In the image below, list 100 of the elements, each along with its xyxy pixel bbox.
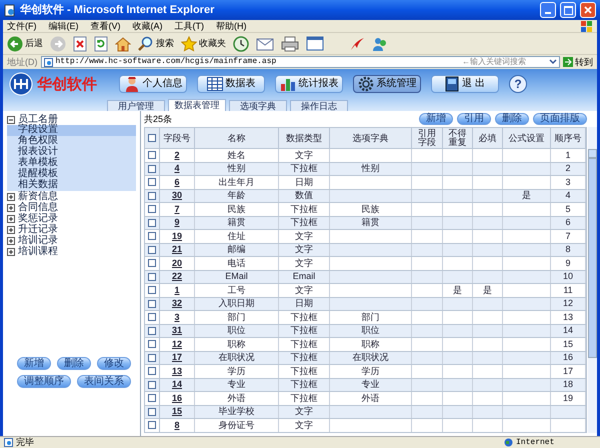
- table-button[interactable]: 新增: [419, 113, 453, 125]
- checkbox[interactable]: [148, 300, 156, 308]
- checkbox[interactable]: [148, 232, 156, 240]
- checkbox[interactable]: [148, 164, 156, 173]
- tree-item[interactable]: 字段设置: [7, 125, 136, 136]
- field-number-link[interactable]: 2: [174, 150, 180, 160]
- plus-box-icon[interactable]: [7, 214, 15, 222]
- bird-icon[interactable]: [349, 36, 365, 52]
- field-number-link[interactable]: 13: [172, 366, 182, 376]
- checkbox[interactable]: [148, 178, 156, 186]
- tab[interactable]: 数据表管理: [168, 99, 226, 111]
- help-button[interactable]: ?: [509, 75, 527, 93]
- menu-item[interactable]: 文件(F): [7, 22, 36, 30]
- table-button[interactable]: 引用: [457, 113, 491, 125]
- document-window-icon[interactable]: [306, 36, 324, 51]
- field-number-link[interactable]: 17: [172, 353, 182, 362]
- nav-button[interactable]: 统计报表: [275, 75, 343, 93]
- checkbox[interactable]: [148, 259, 156, 268]
- minus-box-icon[interactable]: [7, 116, 15, 124]
- field-number-link[interactable]: 20: [172, 258, 182, 268]
- house-icon[interactable]: [115, 36, 131, 52]
- plus-box-icon[interactable]: [7, 236, 15, 244]
- nav-button[interactable]: 个人信息: [119, 75, 187, 93]
- menu-item[interactable]: 编辑(E): [48, 22, 78, 30]
- tab[interactable]: 选项字典: [229, 100, 287, 111]
- clock-icon[interactable]: [233, 36, 249, 52]
- checkbox[interactable]: [148, 205, 156, 214]
- field-number-link[interactable]: 14: [172, 380, 182, 390]
- checkbox[interactable]: [148, 326, 156, 335]
- checkbox[interactable]: [148, 246, 156, 254]
- checkbox[interactable]: [148, 151, 156, 160]
- field-number-link[interactable]: 3: [174, 312, 180, 322]
- tree-item[interactable]: 提醒模板: [7, 169, 136, 180]
- nav-button[interactable]: 退 出: [431, 75, 499, 93]
- tab[interactable]: 用户管理: [107, 100, 165, 111]
- tree-item[interactable]: 薪资信息: [18, 192, 58, 202]
- nav-button[interactable]: 数据表: [197, 75, 265, 93]
- nav-button[interactable]: 系统管理: [353, 75, 421, 93]
- sidebar-button[interactable]: 调整顺序: [17, 375, 71, 388]
- checkbox[interactable]: [148, 313, 156, 322]
- plus-box-icon[interactable]: [7, 226, 15, 234]
- checkbox[interactable]: [148, 340, 156, 348]
- table-button[interactable]: 删除: [495, 113, 529, 125]
- tree-item[interactable]: 培训记录: [18, 236, 58, 246]
- people-icon[interactable]: [372, 36, 388, 52]
- checkbox[interactable]: [148, 192, 156, 200]
- tree-item[interactable]: 报表设计: [7, 147, 136, 158]
- tree-item[interactable]: 升迁记录: [18, 224, 58, 234]
- tree-item[interactable]: 角色权限: [7, 136, 136, 147]
- star-icon[interactable]: [181, 36, 197, 52]
- field-number-link[interactable]: 16: [172, 394, 182, 403]
- tree-item[interactable]: 奖惩记录: [18, 214, 58, 224]
- field-number-link[interactable]: 12: [172, 340, 182, 349]
- minimize-button[interactable]: [540, 2, 556, 18]
- printer-icon[interactable]: [281, 36, 299, 52]
- checkbox[interactable]: [148, 272, 156, 281]
- field-number-link[interactable]: 30: [172, 191, 182, 200]
- field-number-link[interactable]: 15: [172, 407, 182, 416]
- sidebar-button[interactable]: 新增: [17, 357, 51, 370]
- maximize-button[interactable]: [560, 2, 576, 18]
- close-button[interactable]: [580, 2, 596, 18]
- plus-box-icon[interactable]: [7, 192, 15, 200]
- checkbox[interactable]: [148, 421, 156, 430]
- stop-icon[interactable]: [73, 36, 87, 52]
- field-number-link[interactable]: 7: [174, 204, 180, 214]
- menu-item[interactable]: 工具(T): [174, 22, 204, 30]
- checkbox[interactable]: [148, 394, 156, 402]
- tab[interactable]: 操作日志: [290, 100, 348, 111]
- menu-item[interactable]: 收藏(A): [132, 22, 162, 30]
- table-button[interactable]: 页面排版: [533, 113, 587, 125]
- sidebar-button[interactable]: 删除: [57, 357, 91, 370]
- envelope-icon[interactable]: [256, 36, 274, 50]
- field-number-link[interactable]: 9: [174, 218, 180, 228]
- scrollbar[interactable]: [588, 127, 597, 432]
- go-button[interactable]: 转到: [563, 57, 593, 67]
- tree-item[interactable]: 合同信息: [18, 202, 58, 212]
- checkbox[interactable]: [148, 408, 156, 416]
- checkbox[interactable]: [148, 218, 156, 227]
- checkbox[interactable]: [148, 354, 156, 362]
- tree-item[interactable]: 培训课程: [18, 246, 58, 256]
- field-number-link[interactable]: 1: [174, 286, 180, 295]
- sidebar-button[interactable]: 修改: [97, 357, 131, 370]
- checkbox[interactable]: [148, 367, 156, 376]
- refresh-icon[interactable]: [94, 36, 108, 52]
- field-number-link[interactable]: 6: [174, 178, 180, 187]
- checkbox[interactable]: [148, 380, 156, 389]
- toolbar-label[interactable]: 后退: [25, 39, 43, 48]
- field-number-link[interactable]: 21: [172, 245, 182, 254]
- field-number-link[interactable]: 19: [172, 232, 182, 241]
- search-icon[interactable]: [138, 36, 154, 52]
- checkbox[interactable]: [148, 134, 156, 142]
- menu-item[interactable]: 查看(V): [90, 22, 120, 30]
- toolbar-label[interactable]: 收藏夹: [199, 39, 226, 48]
- field-number-link[interactable]: 8: [174, 420, 180, 430]
- field-number-link[interactable]: 31: [172, 326, 182, 336]
- sidebar-button[interactable]: 表间关系: [77, 375, 131, 388]
- tree-item[interactable]: 表单模板: [7, 158, 136, 169]
- checkbox[interactable]: [148, 286, 156, 294]
- menu-item[interactable]: 帮助(H): [216, 22, 246, 30]
- plus-box-icon[interactable]: [7, 248, 15, 256]
